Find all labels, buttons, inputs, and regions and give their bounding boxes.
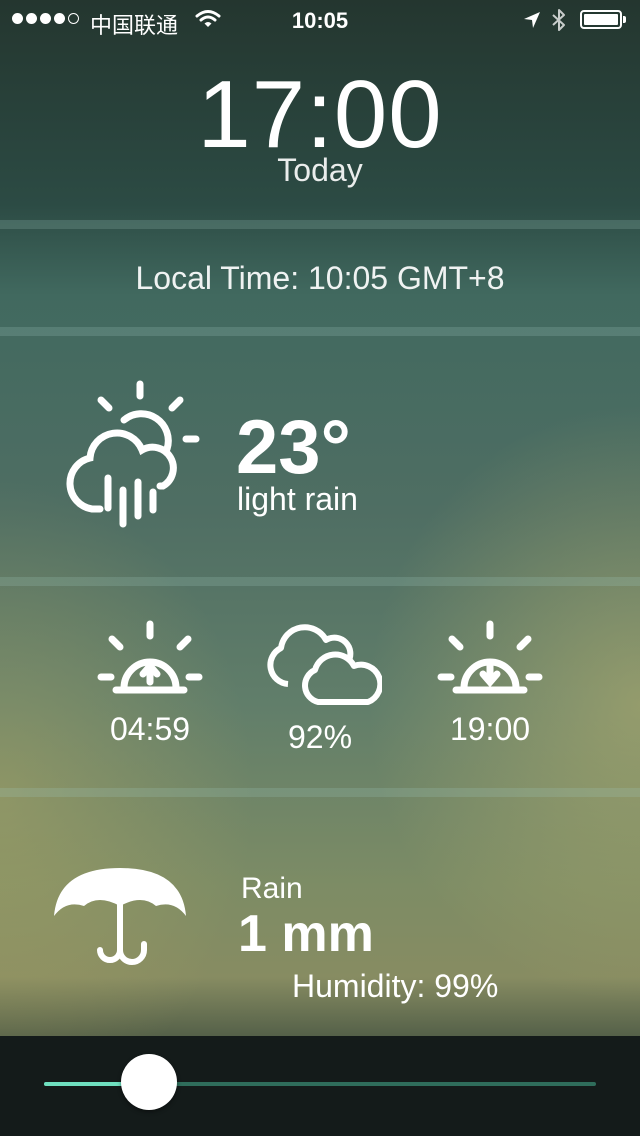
status-bar: 中国联通 10:05: [0, 0, 640, 40]
sunrise-icon: [97, 620, 203, 694]
status-clock: 10:05: [291, 8, 349, 33]
forecast-day: Today: [277, 152, 363, 188]
sun-cloud-stats: 04:59 92% 19:00: [0, 586, 640, 788]
location-arrow-icon: [524, 12, 540, 28]
precipitation-panel: Rain 1 mm Humidity: 99%: [0, 796, 640, 1036]
bluetooth-icon: [552, 9, 565, 31]
condition-label: light rain: [237, 481, 358, 517]
battery-icon: [580, 10, 626, 29]
divider: [0, 327, 640, 336]
divider: [0, 577, 640, 586]
time-slider-thumb[interactable]: [120, 1054, 177, 1110]
sunrise-time: 04:59: [109, 711, 191, 747]
sunset-time: 19:00: [449, 711, 531, 747]
forecast-header: 17:00 Today: [0, 40, 640, 220]
time-slider-bar: [0, 1036, 640, 1136]
cloud-cover-stat: 92%: [250, 618, 390, 756]
temperature-value: 23°: [236, 405, 351, 490]
sunset-icon: [437, 620, 543, 694]
cloud-cover-value: 92%: [287, 719, 353, 755]
local-time-label: Local Time: 10:05 GMT+8: [135, 260, 505, 296]
sunrise-stat: 04:59: [80, 618, 220, 748]
clouds-icon: [267, 624, 384, 705]
current-weather-panel: 23° light rain: [0, 336, 640, 576]
humidity-label: Humidity: 99%: [292, 968, 499, 1004]
precipitation-label: Rain: [241, 872, 303, 905]
sun-cloud-rain-icon: [66, 380, 200, 528]
precipitation-value: 1 mm: [238, 905, 374, 963]
umbrella-icon: [54, 868, 186, 965]
sunset-stat: 19:00: [420, 618, 560, 748]
